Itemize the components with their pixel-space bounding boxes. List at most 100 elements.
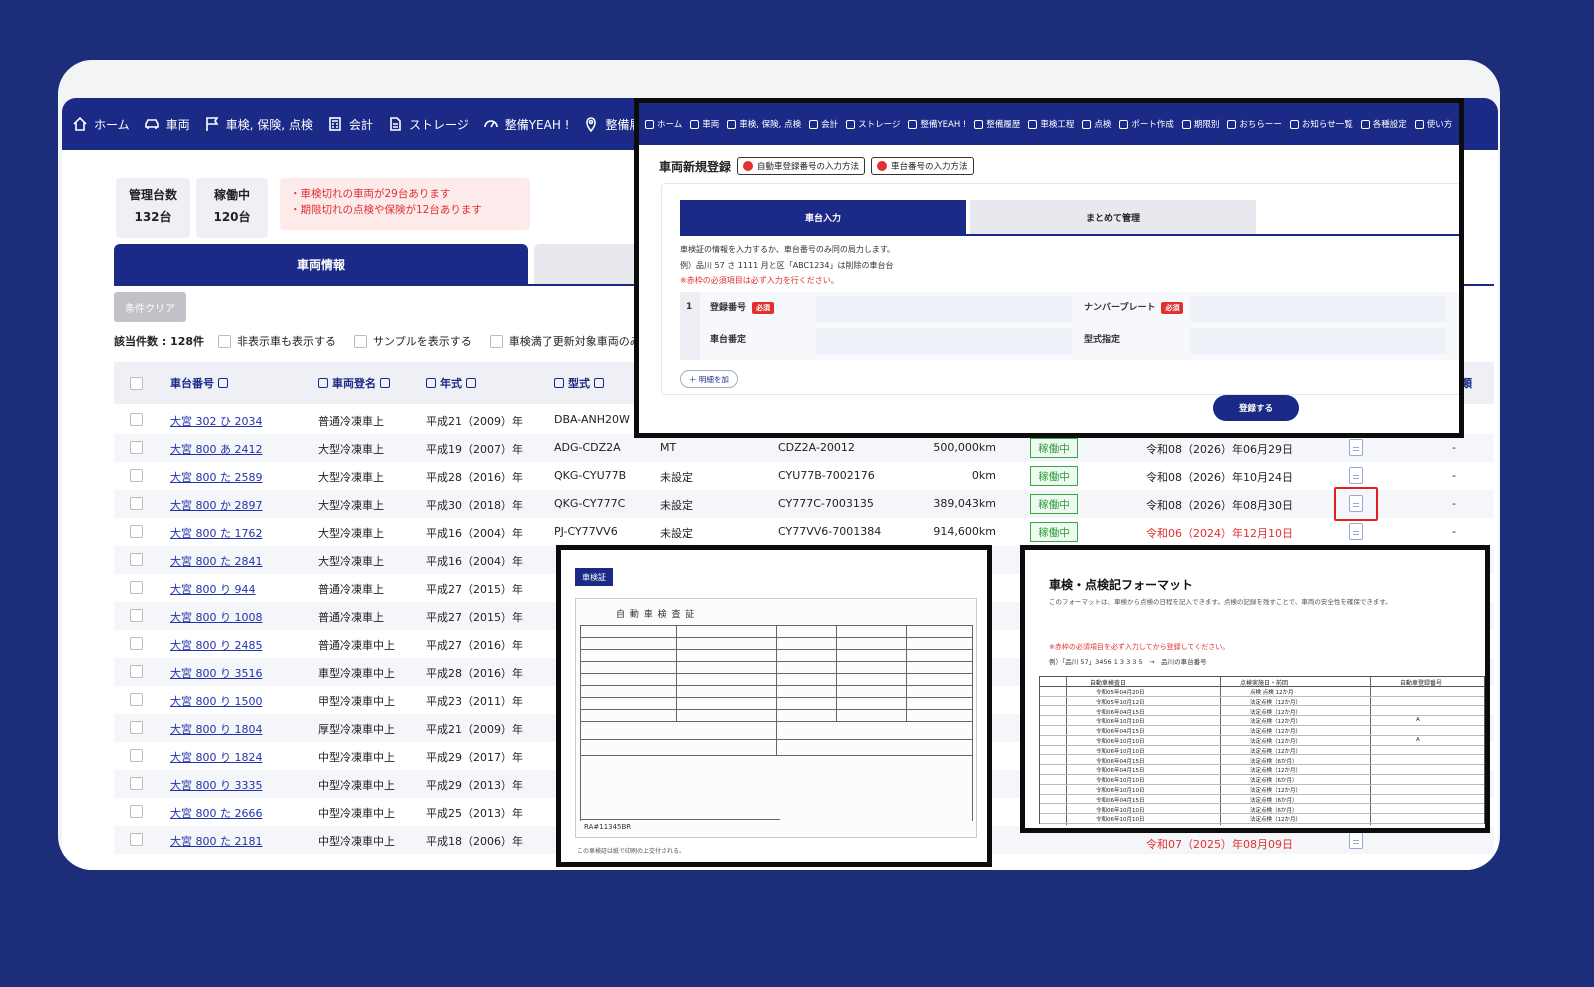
- row-checkbox[interactable]: [130, 553, 143, 566]
- row-checkbox[interactable]: [130, 637, 143, 650]
- plate-link[interactable]: 大宮 302 ひ 2034: [170, 413, 262, 429]
- register-nav-item[interactable]: ポート作成: [1119, 118, 1174, 130]
- vehicle-mileage: 389,043km: [933, 497, 996, 510]
- register-nav-item[interactable]: おちらーー: [1227, 118, 1282, 130]
- select-all-checkbox[interactable]: [130, 376, 143, 390]
- row-checkbox[interactable]: [130, 777, 143, 790]
- nav-storage[interactable]: ストレージ: [387, 116, 469, 133]
- register-nav-item[interactable]: お知らせ一覧: [1289, 118, 1353, 130]
- row-checkbox[interactable]: [130, 721, 143, 734]
- document-icon[interactable]: [1349, 439, 1363, 456]
- plate-link[interactable]: 大宮 800 た 1762: [170, 525, 262, 541]
- plate-link[interactable]: 大宮 800 り 1500: [170, 693, 262, 709]
- plate-link[interactable]: 大宮 800 り 1008: [170, 609, 262, 625]
- help-plate-button[interactable]: 自動車登録番号の入力方法: [737, 157, 866, 175]
- nav-accounting[interactable]: 会計: [327, 116, 373, 133]
- nav-inspection[interactable]: 車検, 保険, 点検: [204, 116, 313, 133]
- checkbox-sample[interactable]: [354, 334, 368, 348]
- row-checkbox[interactable]: [130, 609, 143, 622]
- document-icon[interactable]: [1349, 467, 1363, 484]
- row-checkbox[interactable]: [130, 749, 143, 762]
- vehicle-year: 平成19（2007）年: [426, 443, 523, 456]
- plate-link[interactable]: 大宮 800 た 2181: [170, 833, 262, 849]
- header-year[interactable]: 年式: [426, 375, 476, 391]
- plate-link[interactable]: 大宮 800 り 1824: [170, 749, 262, 765]
- row-checkbox[interactable]: [130, 525, 143, 538]
- format-row: 令和06年10月10日 法定点検（6か月）: [1040, 805, 1484, 815]
- plate-link[interactable]: 大宮 800 り 3335: [170, 777, 262, 793]
- register-nav-item[interactable]: 点検: [1082, 118, 1111, 130]
- vehicle-name: 中型冷凍車中上: [318, 751, 395, 764]
- plate-input[interactable]: [1190, 296, 1446, 322]
- register-nav-item[interactable]: ストレージ: [846, 118, 900, 130]
- vehicle-name: 大型冷凍車上: [318, 443, 384, 456]
- tab-vehicle-info[interactable]: 車両情報: [114, 244, 528, 284]
- nav-home[interactable]: ホーム: [72, 116, 130, 133]
- register-nav-item[interactable]: 期限別: [1181, 118, 1219, 130]
- tab-secondary[interactable]: [534, 244, 644, 284]
- plate-link[interactable]: 大宮 800 あ 2412: [170, 441, 262, 457]
- clear-filter-button[interactable]: 条件クリア: [114, 292, 186, 322]
- plate-link[interactable]: 大宮 800 か 2897: [170, 497, 262, 513]
- document-icon[interactable]: [1349, 523, 1363, 540]
- row-checkbox[interactable]: [130, 441, 143, 454]
- alert-box: ・車検切れの車両が29台あります ・期限切れの点検や保険が12台あります: [280, 178, 530, 230]
- plate-link[interactable]: 大宮 800 り 2485: [170, 637, 262, 653]
- row-checkbox[interactable]: [130, 469, 143, 482]
- register-nav-item[interactable]: 車両: [690, 118, 719, 130]
- form-line: [676, 625, 677, 721]
- row-checkbox[interactable]: [130, 581, 143, 594]
- nav-maintenance[interactable]: 整備YEAH !: [483, 116, 569, 133]
- register-submit-button[interactable]: 登録する: [1213, 395, 1299, 421]
- register-nav-item[interactable]: 使い方: [1414, 118, 1452, 130]
- help-chassis-button[interactable]: 車台番号の入力方法: [871, 157, 974, 175]
- registration-input[interactable]: [816, 296, 1072, 322]
- plate-link[interactable]: 大宮 800 り 944: [170, 581, 255, 597]
- register-nav-item[interactable]: 整備YEAH !: [908, 118, 966, 130]
- table-row[interactable]: 大宮 800 た 1762 大型冷凍車上 平成16（2004）年 PJ-CY77VV6…: [114, 518, 1494, 546]
- header-plate[interactable]: 車台番号: [170, 375, 228, 391]
- format-row: 令和06年04月15日 法定点検（6か月）: [1040, 795, 1484, 805]
- flag-icon: [205, 117, 219, 131]
- row-checkbox[interactable]: [130, 497, 143, 510]
- plate-link[interactable]: 大宮 800 り 1804: [170, 721, 262, 737]
- register-nav-item[interactable]: 車検, 保険, 点検: [727, 118, 801, 130]
- tab-bulk-entry[interactable]: まとめて管理: [970, 200, 1256, 234]
- tab-underline: [680, 234, 1459, 236]
- nav-icon: [1414, 119, 1424, 129]
- row-checkbox[interactable]: [130, 693, 143, 706]
- row-checkbox[interactable]: [130, 805, 143, 818]
- register-nav-item[interactable]: 車検工程: [1028, 118, 1074, 130]
- register-nav-item[interactable]: 整備履歴: [974, 118, 1020, 130]
- row-checkbox[interactable]: [130, 413, 143, 426]
- vehicle-year: 平成27（2016）年: [426, 639, 523, 652]
- tab-single-entry[interactable]: 車台入力: [680, 200, 966, 234]
- chassis-input[interactable]: [816, 328, 1072, 354]
- row-checkbox[interactable]: [130, 833, 143, 846]
- checkbox-hidden[interactable]: [218, 334, 232, 348]
- plate-link[interactable]: 大宮 800 た 2666: [170, 805, 262, 821]
- row-checkbox[interactable]: [130, 665, 143, 678]
- nav-icon: [1227, 119, 1237, 129]
- format-row: 令和05年10月12日 法定点検（12か月）: [1040, 697, 1484, 707]
- vehicle-transmission: 未設定: [660, 471, 693, 484]
- table-row[interactable]: 大宮 800 あ 2412 大型冷凍車上 平成19（2007）年 ADG-CDZ2A M…: [114, 434, 1494, 462]
- checkbox-renewal[interactable]: [489, 334, 503, 348]
- header-model[interactable]: 型式: [554, 375, 604, 391]
- plate-link[interactable]: 大宮 800 た 2841: [170, 553, 262, 569]
- header-name[interactable]: 車両登名: [318, 375, 390, 391]
- register-nav-item[interactable]: 会計: [809, 118, 838, 130]
- register-nav-item[interactable]: ホーム: [645, 118, 682, 130]
- vehicle-model: QKG-CY777C: [554, 497, 626, 510]
- form-line: [580, 625, 581, 821]
- plate-link[interactable]: 大宮 800 り 3516: [170, 665, 262, 681]
- table-row[interactable]: 大宮 800 た 2589 大型冷凍車上 平成28（2016）年 QKG-CYU77B…: [114, 462, 1494, 490]
- type-input[interactable]: [1190, 328, 1446, 354]
- add-row-button[interactable]: ＋ 明細を加: [680, 370, 738, 388]
- register-nav-item[interactable]: 各種設定: [1360, 118, 1407, 130]
- document-icon[interactable]: [1349, 832, 1363, 849]
- plate-link[interactable]: 大宮 800 た 2589: [170, 469, 262, 485]
- table-row[interactable]: 大宮 800 か 2897 大型冷凍車上 平成30（2018）年 QKG-CY777C…: [114, 490, 1494, 518]
- nav-vehicles[interactable]: 車両: [144, 116, 190, 133]
- vehicle-name: 厚型冷凍車中上: [318, 723, 395, 736]
